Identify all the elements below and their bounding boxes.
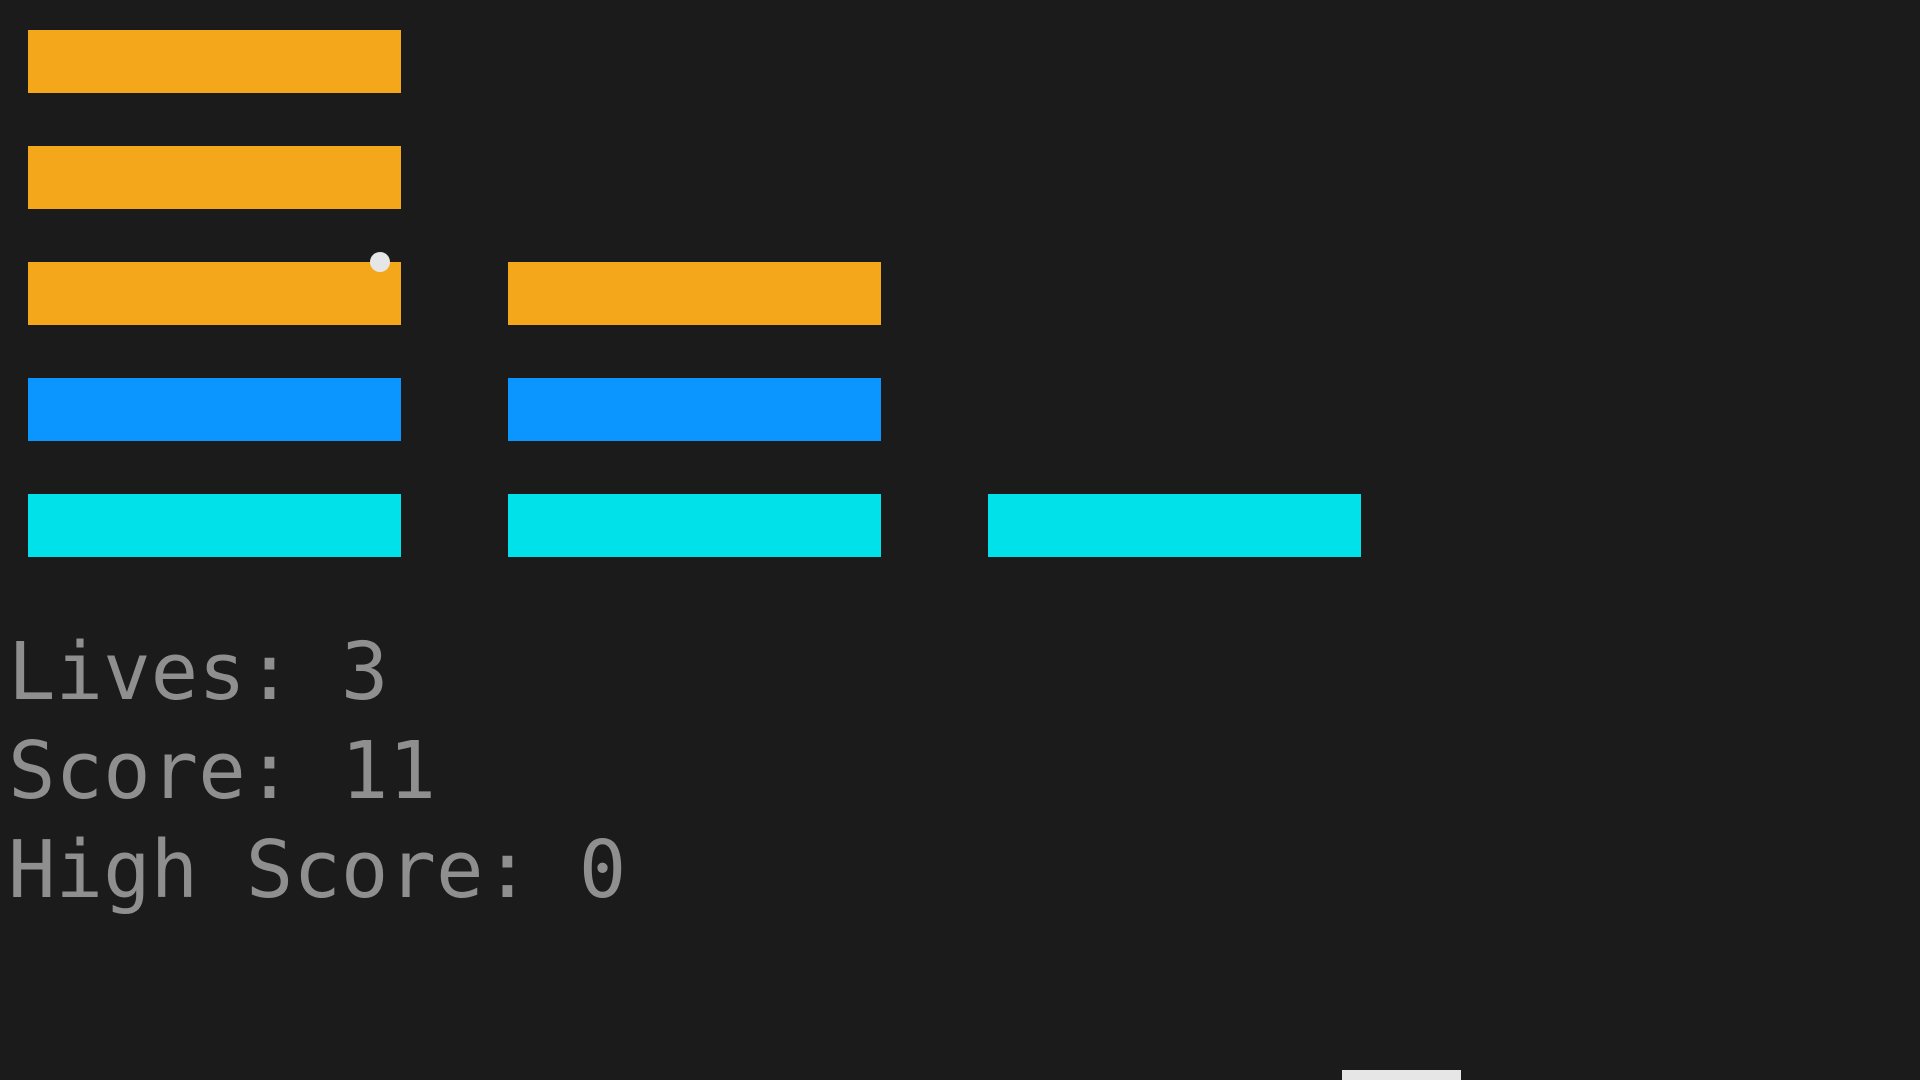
brick (508, 494, 881, 557)
high-score-counter: High Score: 0 (8, 824, 627, 916)
brick (28, 378, 401, 441)
brick (28, 30, 401, 93)
paddle[interactable] (1342, 1070, 1461, 1080)
score-counter: Score: 11 (8, 725, 437, 817)
game-canvas[interactable]: Lives: 3 Score: 11 High Score: 0 (0, 0, 1920, 1080)
brick (28, 262, 401, 325)
lives-counter: Lives: 3 (8, 626, 389, 718)
brick (28, 146, 401, 209)
brick (988, 494, 1361, 557)
brick (508, 262, 881, 325)
brick (508, 378, 881, 441)
ball (370, 252, 390, 272)
brick (28, 494, 401, 557)
